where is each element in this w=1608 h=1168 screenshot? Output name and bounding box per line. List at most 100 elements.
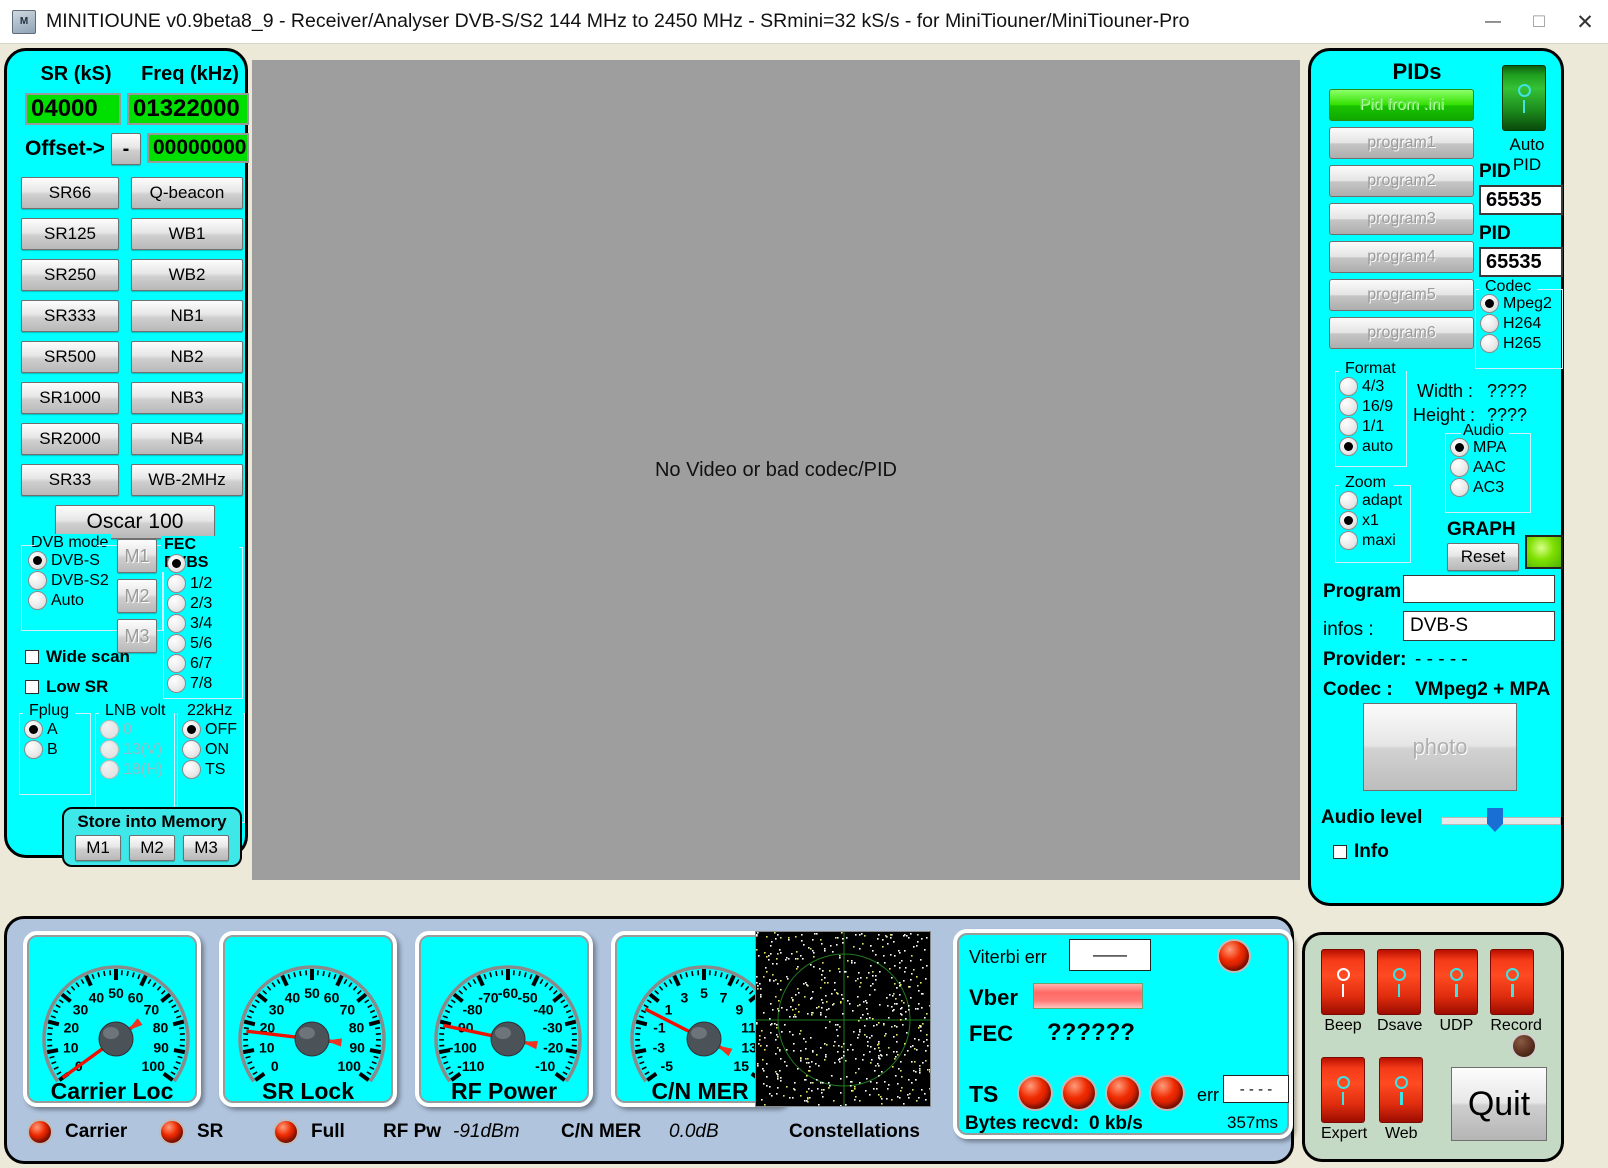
preset-button-nb3[interactable]: NB3 bbox=[131, 382, 243, 414]
gauge-sr-lock[interactable]: 0 10 20 30 40 50 60 70 80 90 100 SR Lock bbox=[219, 931, 397, 1107]
zoom-option-1[interactable]: x1 bbox=[1339, 511, 1410, 530]
preset-button-wb-2mhz[interactable]: WB-2MHz bbox=[131, 464, 243, 496]
preset-button-sr125[interactable]: SR125 bbox=[21, 218, 119, 250]
pid-button-pid-from-ini[interactable]: Pid from .ini bbox=[1329, 89, 1474, 121]
preset-button-wb1[interactable]: WB1 bbox=[131, 218, 243, 250]
zoom-option-0[interactable]: adapt bbox=[1339, 491, 1410, 510]
rocker-expert[interactable] bbox=[1321, 1057, 1365, 1123]
radio-lnb-volt-0[interactable] bbox=[100, 720, 119, 739]
radio-khz22-0[interactable] bbox=[182, 720, 201, 739]
preset-button-sr2000[interactable]: SR2000 bbox=[21, 423, 119, 455]
store-memory-m2[interactable]: M2 bbox=[129, 835, 175, 861]
fec-option-4[interactable]: 5/6 bbox=[167, 634, 242, 653]
pid-button-program2[interactable]: program2 bbox=[1329, 165, 1474, 197]
pid-button-program6[interactable]: program6 bbox=[1329, 317, 1474, 349]
rocker-dsave[interactable] bbox=[1377, 949, 1421, 1015]
khz22-option-1[interactable]: ON bbox=[182, 740, 244, 759]
preset-button-q-beacon[interactable]: Q-beacon bbox=[131, 177, 243, 209]
graph-indicator-led[interactable] bbox=[1525, 535, 1563, 569]
radio-zoom-0[interactable] bbox=[1339, 491, 1358, 510]
pid-video-input[interactable]: 65535 bbox=[1479, 185, 1563, 215]
wide-scan-checkbox[interactable] bbox=[25, 650, 39, 664]
radio-fec-5[interactable] bbox=[167, 654, 186, 673]
fec-option-3[interactable]: 3/4 bbox=[167, 614, 242, 633]
pid-button-program4[interactable]: program4 bbox=[1329, 241, 1474, 273]
memory-recall-m2[interactable]: M2 bbox=[117, 579, 157, 613]
photo-button[interactable]: photo bbox=[1363, 703, 1517, 791]
preset-button-sr33[interactable]: SR33 bbox=[21, 464, 119, 496]
codec-option-0[interactable]: Mpeg2 bbox=[1480, 294, 1562, 313]
format-option-1[interactable]: 16/9 bbox=[1339, 397, 1406, 416]
close-button[interactable]: ✕ bbox=[1562, 0, 1608, 44]
pid-button-program1[interactable]: program1 bbox=[1329, 127, 1474, 159]
pid-audio-input[interactable]: 65535 bbox=[1479, 247, 1563, 277]
graph-reset-button[interactable]: Reset bbox=[1447, 543, 1519, 571]
sr-input[interactable]: 04000 bbox=[25, 93, 121, 125]
lnb-volt-option-2[interactable]: 18(H) bbox=[100, 760, 174, 779]
auto-pid-switch[interactable] bbox=[1502, 65, 1546, 131]
minimize-button[interactable]: — bbox=[1470, 0, 1516, 44]
preset-button-nb2[interactable]: NB2 bbox=[131, 341, 243, 373]
fec-option-6[interactable]: 7/8 bbox=[167, 674, 242, 693]
radio-audio-0[interactable] bbox=[1450, 438, 1469, 457]
gauge-carrier-loc[interactable]: 0102030405060708090100Carrier Loc bbox=[23, 931, 201, 1107]
video-display-area[interactable]: No Video or bad codec/PID bbox=[252, 60, 1300, 880]
audio-option-2[interactable]: AC3 bbox=[1450, 478, 1530, 497]
radio-audio-1[interactable] bbox=[1450, 458, 1469, 477]
radio-dvb-mode-2[interactable] bbox=[28, 591, 47, 610]
fec-option-1[interactable]: 1/2 bbox=[167, 574, 242, 593]
lnb-volt-option-0[interactable]: 0 bbox=[100, 720, 174, 739]
offset-input[interactable]: 00000000 bbox=[147, 133, 249, 163]
format-option-2[interactable]: 1/1 bbox=[1339, 417, 1406, 436]
radio-fec-3[interactable] bbox=[167, 614, 186, 633]
preset-button-sr333[interactable]: SR333 bbox=[21, 300, 119, 332]
radio-fec-0[interactable] bbox=[167, 554, 186, 573]
pid-button-program5[interactable]: program5 bbox=[1329, 279, 1474, 311]
offset-sign-button[interactable]: - bbox=[111, 133, 141, 165]
codec-option-1[interactable]: H264 bbox=[1480, 314, 1562, 333]
program-input[interactable] bbox=[1403, 575, 1555, 603]
radio-lnb-volt-1[interactable] bbox=[100, 740, 119, 759]
preset-button-sr1000[interactable]: SR1000 bbox=[21, 382, 119, 414]
radio-lnb-volt-2[interactable] bbox=[100, 760, 119, 779]
radio-codec-1[interactable] bbox=[1480, 314, 1499, 333]
preset-button-sr250[interactable]: SR250 bbox=[21, 259, 119, 291]
rocker-beep[interactable] bbox=[1321, 949, 1365, 1015]
gauge-rf-power[interactable]: -110 -100 -90 -80 -70 -60 -50 -40 -30 -20 -10 RF Po… bbox=[415, 931, 593, 1107]
radio-fec-4[interactable] bbox=[167, 634, 186, 653]
fec-option-5[interactable]: 6/7 bbox=[167, 654, 242, 673]
radio-zoom-1[interactable] bbox=[1339, 511, 1358, 530]
radio-fplug-1[interactable] bbox=[24, 740, 43, 759]
radio-codec-0[interactable] bbox=[1480, 294, 1499, 313]
radio-fplug-0[interactable] bbox=[24, 720, 43, 739]
radio-codec-2[interactable] bbox=[1480, 334, 1499, 353]
radio-format-1[interactable] bbox=[1339, 397, 1358, 416]
lnb-volt-option-1[interactable]: 13(V) bbox=[100, 740, 174, 759]
preset-button-sr66[interactable]: SR66 bbox=[21, 177, 119, 209]
radio-fec-2[interactable] bbox=[167, 594, 186, 613]
codec-option-2[interactable]: H265 bbox=[1480, 334, 1562, 353]
khz22-option-0[interactable]: OFF bbox=[182, 720, 244, 739]
radio-audio-2[interactable] bbox=[1450, 478, 1469, 497]
preset-button-nb4[interactable]: NB4 bbox=[131, 423, 243, 455]
fplug-option-0[interactable]: A bbox=[24, 720, 90, 739]
radio-format-0[interactable] bbox=[1339, 377, 1358, 396]
radio-format-3[interactable] bbox=[1339, 437, 1358, 456]
radio-fec-1[interactable] bbox=[167, 574, 186, 593]
memory-recall-m1[interactable]: M1 bbox=[117, 539, 157, 573]
radio-khz22-2[interactable] bbox=[182, 760, 201, 779]
radio-dvb-mode-0[interactable] bbox=[28, 551, 47, 570]
audio-option-0[interactable]: MPA bbox=[1450, 438, 1530, 457]
radio-khz22-1[interactable] bbox=[182, 740, 201, 759]
info-checkbox[interactable] bbox=[1333, 845, 1347, 859]
radio-zoom-2[interactable] bbox=[1339, 531, 1358, 550]
fplug-option-1[interactable]: B bbox=[24, 740, 90, 759]
format-option-0[interactable]: 4/3 bbox=[1339, 377, 1406, 396]
preset-button-wb2[interactable]: WB2 bbox=[131, 259, 243, 291]
audio-option-1[interactable]: AAC bbox=[1450, 458, 1530, 477]
store-memory-m3[interactable]: M3 bbox=[183, 835, 229, 861]
fec-option-2[interactable]: 2/3 bbox=[167, 594, 242, 613]
quit-button[interactable]: Quit bbox=[1451, 1067, 1547, 1141]
audio-level-thumb[interactable] bbox=[1487, 808, 1503, 832]
low-sr-checkbox[interactable] bbox=[25, 680, 39, 694]
